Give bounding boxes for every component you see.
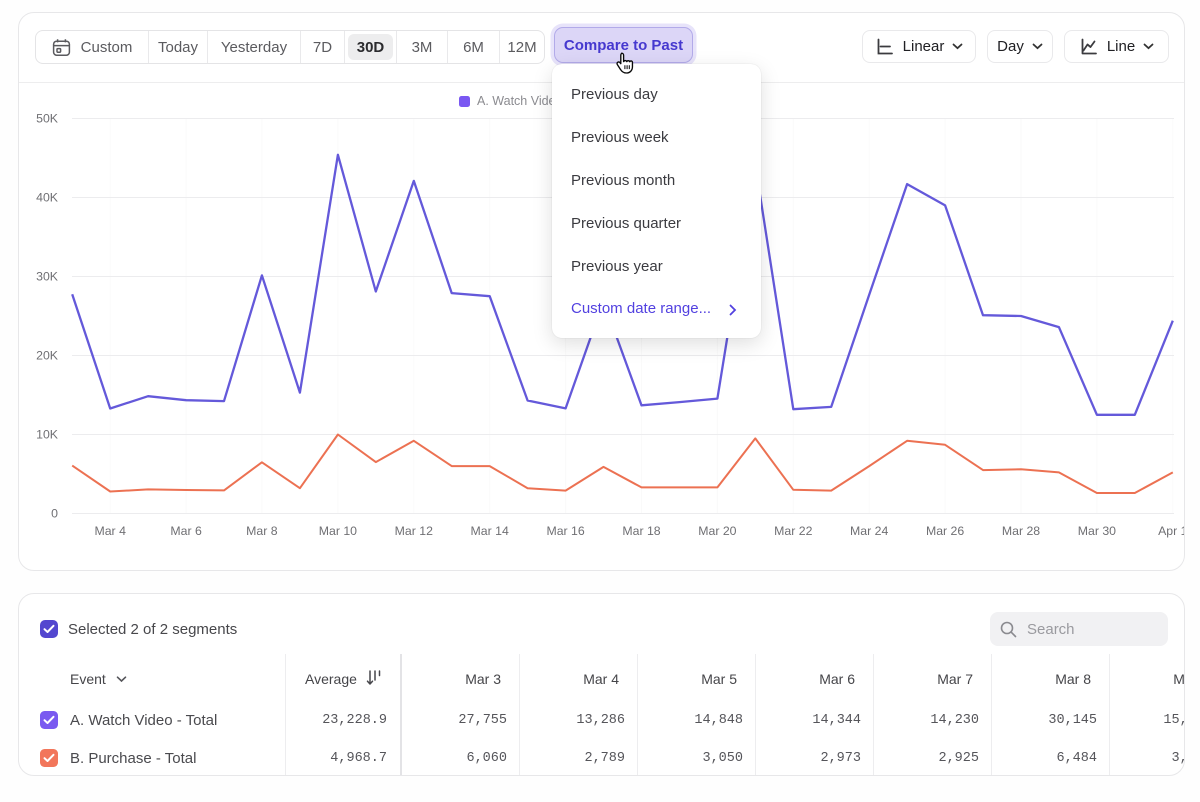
- svg-text:50K: 50K: [36, 112, 59, 126]
- svg-text:20K: 20K: [36, 349, 59, 363]
- svg-text:Mar 26: Mar 26: [926, 524, 964, 538]
- svg-text:40K: 40K: [36, 191, 59, 205]
- svg-text:Mar 12: Mar 12: [395, 524, 433, 538]
- svg-text:Apr 1: Apr 1: [1158, 524, 1184, 538]
- svg-text:0: 0: [51, 507, 58, 521]
- svg-text:Mar 14: Mar 14: [471, 524, 509, 538]
- svg-text:Mar 6: Mar 6: [170, 524, 202, 538]
- svg-text:Mar 8: Mar 8: [246, 524, 278, 538]
- svg-text:Mar 28: Mar 28: [1002, 524, 1040, 538]
- svg-text:Mar 30: Mar 30: [1078, 524, 1116, 538]
- svg-text:Mar 4: Mar 4: [94, 524, 126, 538]
- svg-text:Mar 16: Mar 16: [546, 524, 584, 538]
- svg-text:Mar 10: Mar 10: [319, 524, 357, 538]
- svg-text:10K: 10K: [36, 428, 59, 442]
- svg-text:30K: 30K: [36, 270, 59, 284]
- svg-text:Mar 22: Mar 22: [774, 524, 812, 538]
- svg-text:Mar 20: Mar 20: [698, 524, 736, 538]
- svg-text:Mar 18: Mar 18: [622, 524, 660, 538]
- svg-text:Mar 24: Mar 24: [850, 524, 888, 538]
